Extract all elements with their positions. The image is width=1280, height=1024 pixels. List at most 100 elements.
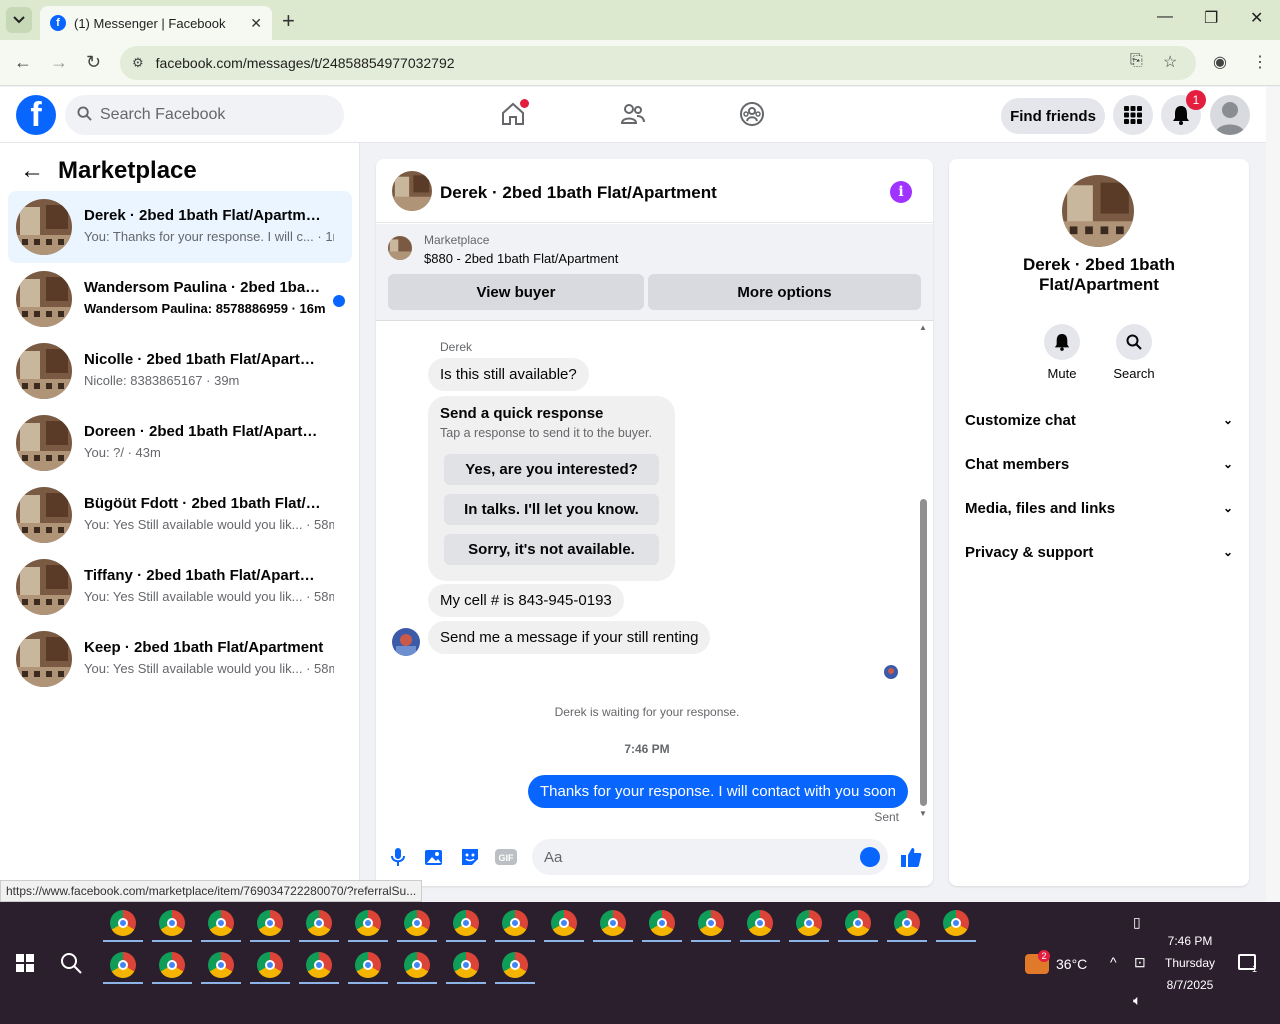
url-field[interactable]: ⚙ facebook.com/messages/t/24858854977032… xyxy=(120,46,1196,80)
account-avatar[interactable] xyxy=(1210,95,1250,135)
taskbar-running-indicator xyxy=(299,940,339,942)
chrome-taskbar-icon[interactable] xyxy=(257,952,283,978)
chrome-taskbar-icon[interactable] xyxy=(404,910,430,936)
conversation-item[interactable]: Bügöüt Fdott · 2bed 1bath Flat/Ap... You… xyxy=(8,479,352,551)
facebook-logo[interactable]: f xyxy=(16,95,56,135)
chrome-taskbar-icon[interactable] xyxy=(649,910,675,936)
chat-members-row[interactable]: Chat members ⌄ xyxy=(965,452,1233,476)
find-friends-button[interactable]: Find friends xyxy=(1001,98,1105,134)
facebook-search-input[interactable]: Search Facebook xyxy=(65,95,344,135)
quick-response-option[interactable]: Sorry, it's not available. xyxy=(444,534,659,565)
chrome-taskbar-icon[interactable] xyxy=(110,952,136,978)
groups-icon[interactable] xyxy=(737,99,767,129)
windows-start-icon[interactable] xyxy=(16,954,34,977)
friends-icon[interactable] xyxy=(618,99,648,129)
menu-grid-icon[interactable] xyxy=(1113,95,1153,135)
back-icon[interactable]: ← xyxy=(14,52,32,73)
photo-icon[interactable] xyxy=(423,846,445,868)
chrome-taskbar-icon[interactable] xyxy=(894,910,920,936)
quick-response-option[interactable]: Yes, are you interested? xyxy=(444,454,659,485)
close-window-icon[interactable]: ✕ xyxy=(1250,8,1263,28)
view-buyer-button[interactable]: View buyer xyxy=(388,274,644,310)
volume-icon[interactable]: 🔈︎ xyxy=(1133,992,1141,1009)
chrome-taskbar-icon[interactable] xyxy=(355,952,381,978)
chrome-taskbar-icon[interactable] xyxy=(600,910,626,936)
reload-icon[interactable]: ↻ xyxy=(86,52,101,73)
site-info-icon[interactable]: ⚙ xyxy=(132,55,144,71)
microphone-icon[interactable] xyxy=(387,846,409,868)
clock-day[interactable]: Thursday xyxy=(1160,956,1220,970)
forward-icon[interactable]: → xyxy=(50,52,68,73)
chrome-taskbar-icon[interactable] xyxy=(306,910,332,936)
mute-button[interactable]: Mute xyxy=(1032,324,1092,381)
sender-avatar[interactable] xyxy=(392,628,420,656)
restore-icon[interactable]: ❐ xyxy=(1204,8,1218,28)
emoji-icon[interactable] xyxy=(860,847,880,867)
conversation-item[interactable]: Derek · 2bed 1bath Flat/Apartment You: T… xyxy=(8,191,352,263)
clock-date[interactable]: 8/7/2025 xyxy=(1160,978,1220,992)
conversation-item[interactable]: Keep · 2bed 1bath Flat/Apartment You: Ye… xyxy=(8,623,352,695)
tablet-mode-icon[interactable]: ▯ xyxy=(1133,914,1141,931)
chrome-taskbar-icon[interactable] xyxy=(747,910,773,936)
listing-price[interactable]: $880 - 2bed 1bath Flat/Apartment xyxy=(424,251,618,266)
conversation-item[interactable]: Wandersom Paulina · 2bed 1bath... Wander… xyxy=(8,263,352,335)
message-input[interactable]: Aa xyxy=(532,839,888,875)
facebook-favicon-icon: f xyxy=(50,15,66,31)
taskbar-search-icon[interactable] xyxy=(60,952,82,980)
conversation-item[interactable]: Nicolle · 2bed 1bath Flat/Apartment Nico… xyxy=(8,335,352,407)
profile-icon[interactable]: ◉ xyxy=(1213,52,1227,72)
chrome-taskbar-icon[interactable] xyxy=(698,910,724,936)
chat-title[interactable]: Derek · 2bed 1bath Flat/Apartment xyxy=(440,183,717,203)
conversation-item[interactable]: Doreen · 2bed 1bath Flat/Apartment You: … xyxy=(8,407,352,479)
chevron-down-icon: ⌄ xyxy=(1222,545,1233,559)
browser-menu-icon[interactable]: ⋮ xyxy=(1252,52,1268,72)
conversation-item[interactable]: Tiffany · 2bed 1bath Flat/Apartment You:… xyxy=(8,551,352,623)
chrome-taskbar-icon[interactable] xyxy=(502,952,528,978)
close-tab-icon[interactable]: ✕ xyxy=(250,15,262,32)
gif-icon[interactable]: GIF xyxy=(495,846,517,868)
chrome-taskbar-icon[interactable] xyxy=(110,910,136,936)
weather-temp[interactable]: 36°C xyxy=(1056,956,1087,972)
chrome-taskbar-icon[interactable] xyxy=(159,952,185,978)
chrome-taskbar-icon[interactable] xyxy=(845,910,871,936)
clock-time[interactable]: 7:46 PM xyxy=(1160,934,1220,948)
chrome-taskbar-icon[interactable] xyxy=(453,910,479,936)
page-scrollbar[interactable] xyxy=(1266,87,1280,902)
media-files-row[interactable]: Media, files and links ⌄ xyxy=(965,496,1233,520)
tray-overflow-icon[interactable]: ^ xyxy=(1110,954,1117,970)
customize-chat-row[interactable]: Customize chat ⌄ xyxy=(965,408,1233,432)
chat-listing-thumbnail[interactable] xyxy=(392,171,432,211)
chrome-taskbar-icon[interactable] xyxy=(208,952,234,978)
bookmark-star-icon[interactable]: ☆ xyxy=(1163,52,1177,72)
my-message-bubble: Thanks for your response. I will contact… xyxy=(527,775,908,808)
thumbs-up-icon[interactable] xyxy=(900,846,922,868)
message-bubble: Send me a message if your still renting xyxy=(428,621,711,654)
sticker-icon[interactable] xyxy=(459,846,481,868)
search-conversation-button[interactable]: Search xyxy=(1104,324,1164,381)
info-icon[interactable]: i xyxy=(890,181,912,203)
chrome-taskbar-icon[interactable] xyxy=(453,952,479,978)
tab-search-dropdown[interactable] xyxy=(6,7,32,33)
chrome-taskbar-icon[interactable] xyxy=(208,910,234,936)
listing-thumbnail xyxy=(16,559,72,615)
chrome-taskbar-icon[interactable] xyxy=(943,910,969,936)
back-arrow-icon[interactable]: ← xyxy=(20,157,44,185)
chrome-taskbar-icon[interactable] xyxy=(355,910,381,936)
install-app-icon[interactable]: ⎘ xyxy=(1130,52,1143,70)
chrome-taskbar-icon[interactable] xyxy=(159,910,185,936)
chrome-taskbar-icon[interactable] xyxy=(404,952,430,978)
more-options-button[interactable]: More options xyxy=(648,274,921,310)
minimize-icon[interactable]: — xyxy=(1157,8,1173,26)
quick-response-option[interactable]: In talks. I'll let you know. xyxy=(444,494,659,525)
chrome-taskbar-icon[interactable] xyxy=(257,910,283,936)
chrome-taskbar-icon[interactable] xyxy=(796,910,822,936)
scrollbar-thumb[interactable] xyxy=(920,499,927,806)
chrome-taskbar-icon[interactable] xyxy=(551,910,577,936)
chrome-taskbar-icon[interactable] xyxy=(306,952,332,978)
privacy-support-row[interactable]: Privacy & support ⌄ xyxy=(965,540,1233,564)
network-icon[interactable]: ⊡ xyxy=(1134,954,1146,971)
chrome-taskbar-icon[interactable] xyxy=(502,910,528,936)
new-tab-button[interactable]: + xyxy=(282,8,295,34)
conversation-title: Nicolle · 2bed 1bath Flat/Apartment xyxy=(84,351,324,368)
browser-tab[interactable]: f (1) Messenger | Facebook ✕ xyxy=(40,6,272,40)
